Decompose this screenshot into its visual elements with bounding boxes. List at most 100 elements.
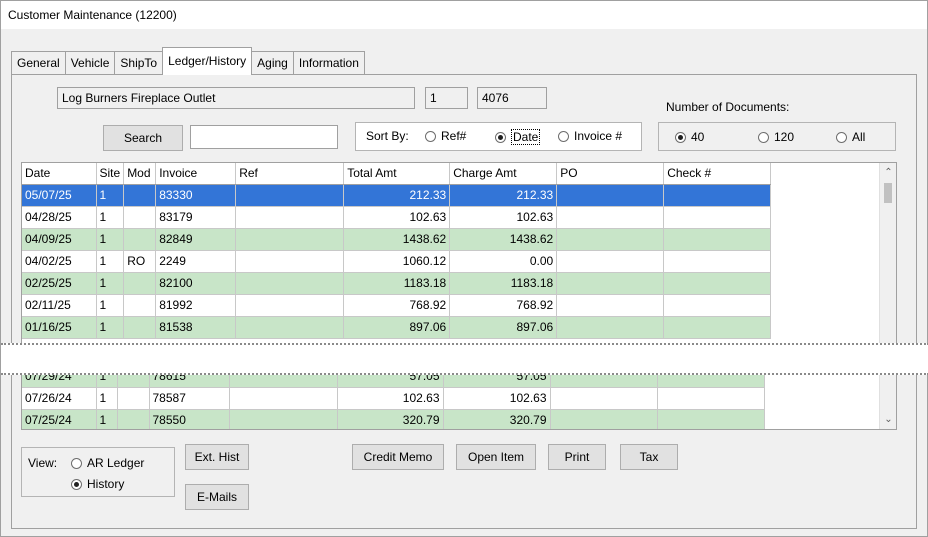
tab-general[interactable]: General <box>11 51 66 75</box>
column-header-ref[interactable]: Ref <box>235 163 345 185</box>
tab-shipto[interactable]: ShipTo <box>114 51 164 75</box>
column-header-date[interactable]: Date <box>22 163 97 185</box>
cell-charge: 0.00 <box>449 250 558 273</box>
cell-charge: 1183.18 <box>449 272 558 295</box>
column-header-total-amt[interactable]: Total Amt <box>343 163 451 185</box>
cell-date: 04/02/25 <box>22 250 97 273</box>
tab-aging[interactable]: Aging <box>251 51 294 75</box>
cell-ref <box>229 387 338 410</box>
sort-ref-radio[interactable]: Ref# <box>425 129 466 143</box>
cell-check <box>657 409 765 429</box>
radio-dot <box>836 131 847 143</box>
documents-120-label: 120 <box>774 130 795 144</box>
table-scrollbar[interactable]: ⌃ ⌄ <box>879 163 896 429</box>
documents-40-radio[interactable]: 40 <box>675 130 704 144</box>
cell-po <box>550 409 658 429</box>
cell-invoice: 82849 <box>155 228 237 251</box>
cell-ref <box>235 228 345 251</box>
tab-bar: General Vehicle ShipTo Ledger/History Ag… <box>11 47 365 75</box>
cell-ref <box>229 409 338 429</box>
cell-ref <box>235 272 345 295</box>
cell-charge: 1438.62 <box>449 228 558 251</box>
cell-ref <box>235 250 345 273</box>
cell-mod <box>123 272 157 295</box>
table-row[interactable]: 05/07/25 1 83330 212.33 212.33 <box>22 184 772 207</box>
cell-ref <box>235 206 345 229</box>
cell-total: 768.92 <box>343 294 451 317</box>
cell-po <box>556 294 665 317</box>
column-header-mod[interactable]: Mod <box>123 163 157 185</box>
table-row[interactable]: 04/28/25 1 83179 102.63 102.63 <box>22 206 772 229</box>
window-title: Customer Maintenance (12200) <box>8 8 177 22</box>
table-row[interactable]: 01/16/25 1 81538 897.06 897.06 <box>22 316 772 339</box>
emails-button[interactable]: E-Mails <box>185 484 249 510</box>
cell-site: 1 <box>96 250 125 273</box>
view-ar-ledger-radio[interactable]: AR Ledger <box>71 456 144 470</box>
sort-ref-label: Ref# <box>441 129 467 143</box>
column-header-charge-amt[interactable]: Charge Amt <box>449 163 558 185</box>
sort-date-radio[interactable]: Date <box>495 129 541 145</box>
tax-button[interactable]: Tax <box>620 444 678 470</box>
cell-charge: 897.06 <box>449 316 558 339</box>
cell-mod <box>123 206 157 229</box>
scroll-thumb[interactable] <box>884 183 892 203</box>
cell-date: 02/11/25 <box>22 294 97 317</box>
search-input[interactable] <box>190 125 338 149</box>
tab-information[interactable]: Information <box>292 51 365 75</box>
table-row[interactable]: 02/25/25 1 82100 1183.18 1183.18 <box>22 272 772 295</box>
cell-site: 1 <box>96 387 118 410</box>
cell-charge: 320.79 <box>443 409 551 429</box>
table-row[interactable]: 04/09/25 1 82849 1438.62 1438.62 <box>22 228 772 251</box>
cell-mod <box>123 184 157 207</box>
cell-date: 02/25/25 <box>22 272 97 295</box>
cell-site: 1 <box>96 316 125 339</box>
search-button[interactable]: Search <box>103 125 183 151</box>
table-row[interactable]: 04/02/25 1 RO 2249 1060.12 0.00 <box>22 250 772 273</box>
radio-dot <box>71 478 82 490</box>
cell-total: 897.06 <box>343 316 451 339</box>
radio-dot <box>758 131 769 143</box>
cell-check <box>663 272 772 295</box>
customer-name-field: Log Burners Fireplace Outlet <box>57 87 415 109</box>
column-header-check[interactable]: Check # <box>663 163 772 185</box>
cell-site: 1 <box>96 409 118 429</box>
open-item-button[interactable]: Open Item <box>456 444 536 470</box>
customer-maintenance-window: Customer Maintenance (12200) General Veh… <box>0 0 928 537</box>
documents-120-radio[interactable]: 120 <box>758 130 794 144</box>
table-header-row: Date Site Mod Invoice Ref Total Amt Char… <box>22 163 772 185</box>
documents-all-radio[interactable]: All <box>836 130 865 144</box>
cell-check <box>663 206 772 229</box>
cell-date: 07/26/24 <box>22 387 97 410</box>
tab-ledger-history[interactable]: Ledger/History <box>162 47 253 75</box>
column-header-invoice[interactable]: Invoice <box>155 163 237 185</box>
table-row[interactable]: 07/26/24 1 78587 102.63 102.63 <box>22 387 765 410</box>
cell-date: 05/07/25 <box>22 184 97 207</box>
cell-check <box>657 387 765 410</box>
sort-invoice-radio[interactable]: Invoice # <box>558 129 622 143</box>
cell-total: 320.79 <box>337 409 444 429</box>
column-header-po[interactable]: PO <box>556 163 665 185</box>
cell-ref <box>235 294 345 317</box>
view-history-radio[interactable]: History <box>71 477 124 491</box>
column-header-site[interactable]: Site <box>96 163 125 185</box>
cell-total: 1438.62 <box>343 228 451 251</box>
cell-po <box>556 228 665 251</box>
history-table[interactable]: Date Site Mod Invoice Ref Total Amt Char… <box>21 162 897 430</box>
cell-invoice: 83330 <box>155 184 237 207</box>
credit-memo-button[interactable]: Credit Memo <box>352 444 444 470</box>
radio-dot <box>425 130 436 142</box>
tab-vehicle[interactable]: Vehicle <box>64 51 116 75</box>
print-button[interactable]: Print <box>548 444 606 470</box>
radio-dot <box>675 131 686 143</box>
ext-hist-button[interactable]: Ext. Hist <box>185 444 249 470</box>
table-row[interactable]: 07/25/24 1 78550 320.79 320.79 <box>22 409 765 429</box>
cell-date: 04/28/25 <box>22 206 97 229</box>
cell-site: 1 <box>96 184 125 207</box>
scroll-up-icon[interactable]: ⌃ <box>880 167 896 178</box>
table-row[interactable]: 02/11/25 1 81992 768.92 768.92 <box>22 294 772 317</box>
scroll-down-icon[interactable]: ⌄ <box>880 414 896 425</box>
radio-dot <box>495 131 506 143</box>
radio-dot <box>71 457 82 469</box>
cell-mod <box>123 294 157 317</box>
cell-po <box>556 272 665 295</box>
